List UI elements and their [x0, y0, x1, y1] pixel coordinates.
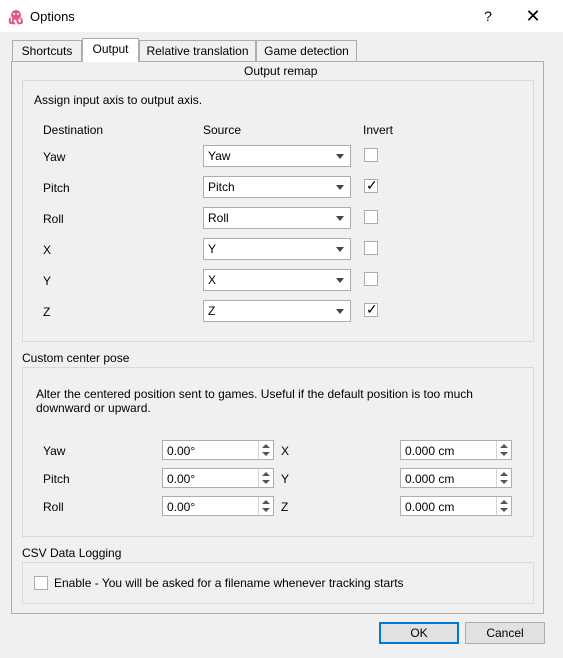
source-select[interactable]: Roll	[203, 207, 351, 229]
tab-output[interactable]: Output	[82, 38, 139, 62]
invert-checkbox[interactable]	[364, 210, 378, 224]
arrow-up-icon[interactable]	[500, 472, 508, 476]
invert-checkbox[interactable]: ✓	[364, 301, 378, 317]
source-select-value: Yaw	[208, 149, 231, 163]
arrow-down-icon[interactable]	[500, 452, 508, 456]
tab-game-detection[interactable]: Game detection	[256, 40, 357, 61]
rotation-label: Roll	[43, 500, 64, 514]
destination-label: Pitch	[43, 181, 70, 195]
spinbox-value: 0.00°	[167, 472, 196, 486]
tab-relative-translation[interactable]: Relative translation	[139, 40, 256, 61]
destination-label: X	[43, 243, 52, 257]
translation-label: X	[281, 444, 290, 458]
spinbox-value: 0.000 cm	[405, 500, 455, 514]
spinbox-value: 0.000 cm	[405, 444, 455, 458]
invert-checkbox[interactable]	[364, 272, 378, 286]
source-select[interactable]: X	[203, 269, 351, 291]
destination-label: Yaw	[43, 150, 66, 164]
invert-checkbox[interactable]: ✓	[364, 177, 378, 193]
translation-label: Y	[281, 472, 290, 486]
spinbox-value: 0.000 cm	[405, 472, 455, 486]
invert-checkbox[interactable]	[364, 241, 378, 255]
y-spinbox[interactable]: 0.000 cm	[400, 468, 512, 488]
spinbox-value: 0.00°	[167, 500, 196, 514]
spinbox-buttons[interactable]	[258, 497, 273, 515]
spinbox-value: 0.00°	[167, 444, 196, 458]
z-spinbox[interactable]: 0.000 cm	[400, 496, 512, 516]
help-button[interactable]: ?	[476, 4, 500, 28]
csv-enable-checkbox[interactable]	[34, 576, 48, 590]
arrow-up-icon[interactable]	[500, 500, 508, 504]
source-select-value: Y	[208, 242, 217, 256]
roll-spinbox[interactable]: 0.00°	[162, 496, 274, 516]
csv-enable-label: Enable - You will be asked for a filenam…	[54, 576, 404, 590]
rotation-label: Pitch	[43, 472, 70, 486]
chevron-down-icon	[336, 185, 344, 190]
app-octopus-icon	[8, 10, 23, 25]
check-icon: ✓	[366, 177, 378, 193]
header-source: Source	[203, 123, 242, 137]
arrow-down-icon[interactable]	[500, 508, 508, 512]
arrow-up-icon[interactable]	[262, 444, 270, 448]
output-remap-title: Output remap	[244, 64, 318, 78]
arrow-down-icon[interactable]	[262, 480, 270, 484]
source-select-value: Z	[208, 304, 216, 318]
csv-logging-title: CSV Data Logging	[22, 546, 122, 560]
arrow-up-icon[interactable]	[500, 444, 508, 448]
arrow-up-icon[interactable]	[262, 472, 270, 476]
translation-label: Z	[281, 500, 289, 514]
arrow-down-icon[interactable]	[500, 480, 508, 484]
tab-shortcuts[interactable]: Shortcuts	[12, 40, 82, 61]
output-remap-instruction: Assign input axis to output axis.	[34, 93, 203, 107]
header-invert: Invert	[363, 123, 394, 137]
source-select-value: Roll	[208, 211, 229, 225]
window-title: Options	[30, 9, 75, 24]
chevron-down-icon	[336, 278, 344, 283]
invert-checkbox[interactable]	[364, 148, 378, 162]
chevron-down-icon	[336, 154, 344, 159]
source-select[interactable]: Yaw	[203, 145, 351, 167]
arrow-up-icon[interactable]	[262, 500, 270, 504]
destination-label: Z	[43, 305, 51, 319]
spinbox-buttons[interactable]	[496, 469, 511, 487]
destination-label: Y	[43, 274, 52, 288]
source-select-value: Pitch	[208, 180, 235, 194]
spinbox-buttons[interactable]	[258, 441, 273, 459]
source-select[interactable]: Y	[203, 238, 351, 260]
source-select[interactable]: Z	[203, 300, 351, 322]
rotation-label: Yaw	[43, 444, 66, 458]
center-pose-title: Custom center pose	[22, 351, 130, 365]
check-icon: ✓	[366, 301, 378, 317]
destination-label: Roll	[43, 212, 64, 226]
chevron-down-icon	[336, 216, 344, 221]
pitch-spinbox[interactable]: 0.00°	[162, 468, 274, 488]
header-destination: Destination	[43, 123, 104, 137]
x-spinbox[interactable]: 0.000 cm	[400, 440, 512, 460]
yaw-spinbox[interactable]: 0.00°	[162, 440, 274, 460]
arrow-down-icon[interactable]	[262, 508, 270, 512]
source-select[interactable]: Pitch	[203, 176, 351, 198]
arrow-down-icon[interactable]	[262, 452, 270, 456]
spinbox-buttons[interactable]	[496, 441, 511, 459]
spinbox-buttons[interactable]	[258, 469, 273, 487]
source-select-value: X	[208, 273, 217, 287]
chevron-down-icon	[336, 309, 344, 314]
close-icon[interactable]: ✕	[520, 4, 546, 28]
spinbox-buttons[interactable]	[496, 497, 511, 515]
center-pose-description: Alter the centered position sent to game…	[36, 387, 473, 415]
ok-button[interactable]: OK	[379, 622, 459, 644]
cancel-button[interactable]: Cancel	[465, 622, 545, 644]
chevron-down-icon	[336, 247, 344, 252]
